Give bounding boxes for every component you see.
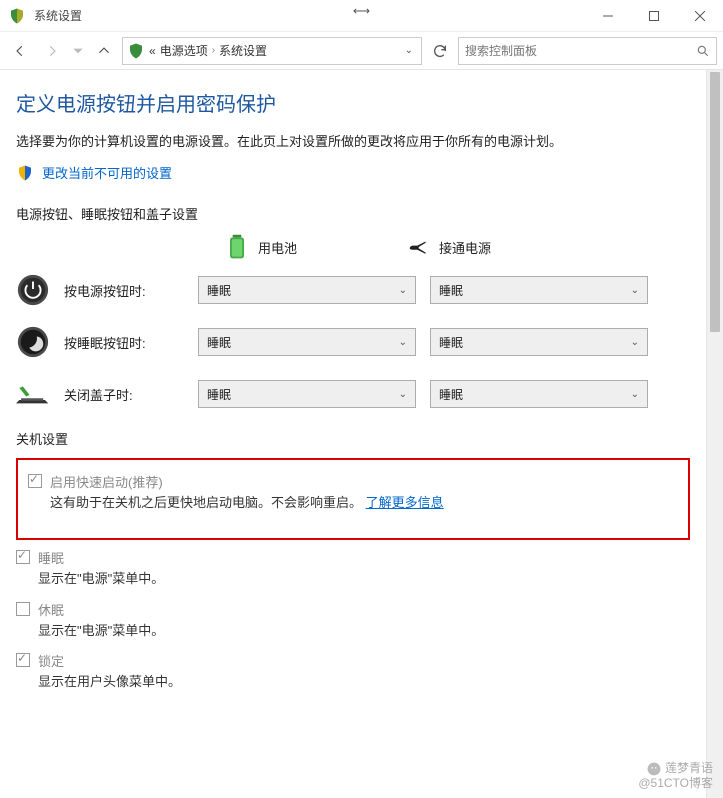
sleep-button-icon <box>16 325 50 359</box>
lock-option-label: 锁定 <box>38 651 64 670</box>
unlock-settings-link[interactable]: 更改当前不可用的设置 <box>42 163 172 182</box>
breadcrumb-item-power-options[interactable]: 电源选项 <box>160 42 208 59</box>
battery-icon <box>226 233 248 261</box>
hibernate-option-desc: 显示在"电源"菜单中。 <box>38 621 690 642</box>
sleep-button-battery-select[interactable]: 睡眠⌄ <box>198 328 416 356</box>
search-input[interactable]: 搜索控制面板 <box>458 37 717 65</box>
back-button[interactable] <box>6 37 34 65</box>
fastboot-desc: 这有助于在关机之后更快地启动电脑。不会影响重启。 了解更多信息 <box>50 493 678 514</box>
power-button-plugged-select[interactable]: 睡眠⌄ <box>430 276 648 304</box>
chevron-down-icon: ⌄ <box>631 389 639 400</box>
refresh-button[interactable] <box>426 37 454 65</box>
sleep-option-desc: 显示在"电源"菜单中。 <box>38 569 690 590</box>
lid-plugged-select[interactable]: 睡眠⌄ <box>430 380 648 408</box>
vertical-scrollbar[interactable] <box>706 70 723 798</box>
lock-option-desc: 显示在用户头像菜单中。 <box>38 672 690 693</box>
chevron-right-icon: › <box>212 45 215 56</box>
breadcrumb-prefix: « <box>149 44 156 58</box>
sleep-option-label: 睡眠 <box>38 548 64 567</box>
col-battery-label: 用电池 <box>258 238 297 257</box>
minimize-button[interactable] <box>585 0 631 32</box>
app-shield-icon <box>8 7 26 25</box>
row-power-label: 按电源按钮时: <box>64 281 184 300</box>
sleep-button-plugged-select[interactable]: 睡眠⌄ <box>430 328 648 356</box>
history-dropdown-button[interactable] <box>70 37 86 65</box>
chevron-down-icon: ⌄ <box>631 337 639 348</box>
row-sleep-label: 按睡眠按钮时: <box>64 333 184 352</box>
fastboot-checkbox[interactable] <box>28 474 42 488</box>
chevron-down-icon: ⌄ <box>399 285 407 296</box>
breadcrumb-dropdown-icon[interactable]: ⌄ <box>401 45 417 56</box>
breadcrumb-item-system-settings[interactable]: 系统设置 <box>219 42 267 59</box>
uac-shield-icon <box>16 164 34 182</box>
power-button-battery-select[interactable]: 睡眠⌄ <box>198 276 416 304</box>
chevron-down-icon: ⌄ <box>631 285 639 296</box>
maximize-button[interactable] <box>631 0 677 32</box>
hibernate-checkbox[interactable] <box>16 602 30 616</box>
page-intro: 选择要为你的计算机设置的电源设置。在此页上对设置所做的更改将应用于你所有的电源计… <box>16 131 690 153</box>
search-placeholder: 搜索控制面板 <box>465 42 690 59</box>
lid-close-icon <box>16 377 50 411</box>
page-title: 定义电源按钮并启用密码保护 <box>16 88 690 117</box>
close-button[interactable] <box>677 0 723 32</box>
breadcrumb[interactable]: « 电源选项 › 系统设置 ⌄ <box>122 37 422 65</box>
up-button[interactable] <box>90 37 118 65</box>
row-lid-label: 关闭盖子时: <box>64 385 184 404</box>
chevron-down-icon: ⌄ <box>399 389 407 400</box>
lid-battery-select[interactable]: 睡眠⌄ <box>198 380 416 408</box>
search-icon <box>696 44 710 58</box>
power-options-icon <box>127 42 145 60</box>
shutdown-section-title: 关机设置 <box>16 429 690 448</box>
fastboot-highlight-box: 启用快速启动(推荐) 这有助于在关机之后更快地启动电脑。不会影响重启。 了解更多… <box>16 458 690 540</box>
buttons-section-title: 电源按钮、睡眠按钮和盖子设置 <box>16 204 690 223</box>
power-button-icon <box>16 273 50 307</box>
fastboot-label: 启用快速启动(推荐) <box>50 472 163 491</box>
sleep-checkbox[interactable] <box>16 550 30 564</box>
forward-button[interactable] <box>38 37 66 65</box>
hibernate-option-label: 休眠 <box>38 600 64 619</box>
window-title: 系统设置 <box>34 7 585 24</box>
lock-checkbox[interactable] <box>16 653 30 667</box>
fastboot-learn-more-link[interactable]: 了解更多信息 <box>366 495 444 510</box>
col-plugged-label: 接通电源 <box>439 238 491 257</box>
plug-icon <box>407 233 429 261</box>
chevron-down-icon: ⌄ <box>399 337 407 348</box>
resize-handle-icon[interactable]: ⟷ <box>353 4 370 18</box>
